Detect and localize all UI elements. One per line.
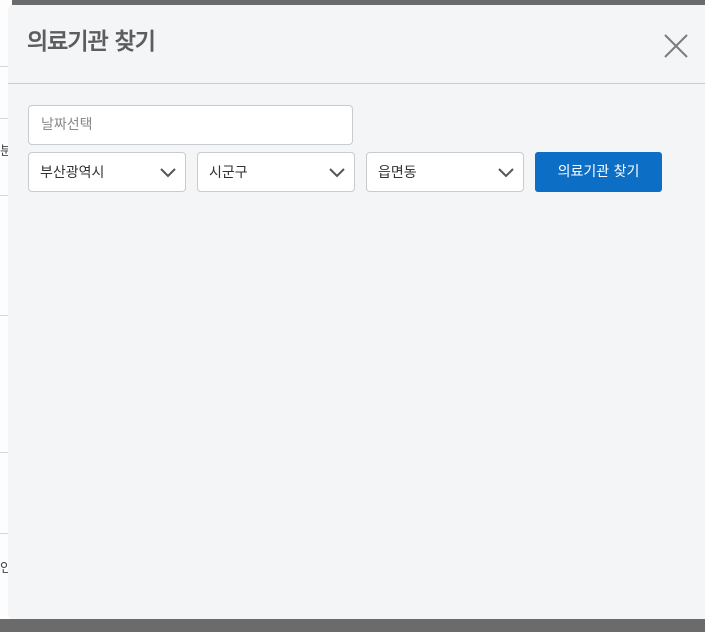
modal-title: 의료기관 찾기 (27, 29, 156, 55)
town-select-value: 읍면동 (378, 165, 417, 181)
date-select-input[interactable] (28, 105, 353, 145)
province-select[interactable]: 부산광역시 (28, 152, 186, 192)
overlay-bottom-strip (0, 619, 705, 632)
district-select[interactable]: 시군구 (197, 152, 355, 192)
find-medical-institution-modal: 의료기관 찾기 부산광역시 시군구 읍면동 의료기관 찾기 (8, 5, 705, 619)
chevron-down-icon (160, 168, 176, 178)
province-select-value: 부산광역시 (40, 165, 105, 181)
close-button[interactable] (659, 29, 693, 63)
find-medical-institution-button[interactable]: 의료기관 찾기 (535, 152, 662, 192)
town-select[interactable]: 읍면동 (366, 152, 524, 192)
district-select-value: 시군구 (209, 165, 248, 181)
close-icon (664, 34, 688, 58)
chevron-down-icon (329, 168, 345, 178)
modal-header: 의료기관 찾기 (8, 5, 705, 84)
chevron-down-icon (498, 168, 514, 178)
